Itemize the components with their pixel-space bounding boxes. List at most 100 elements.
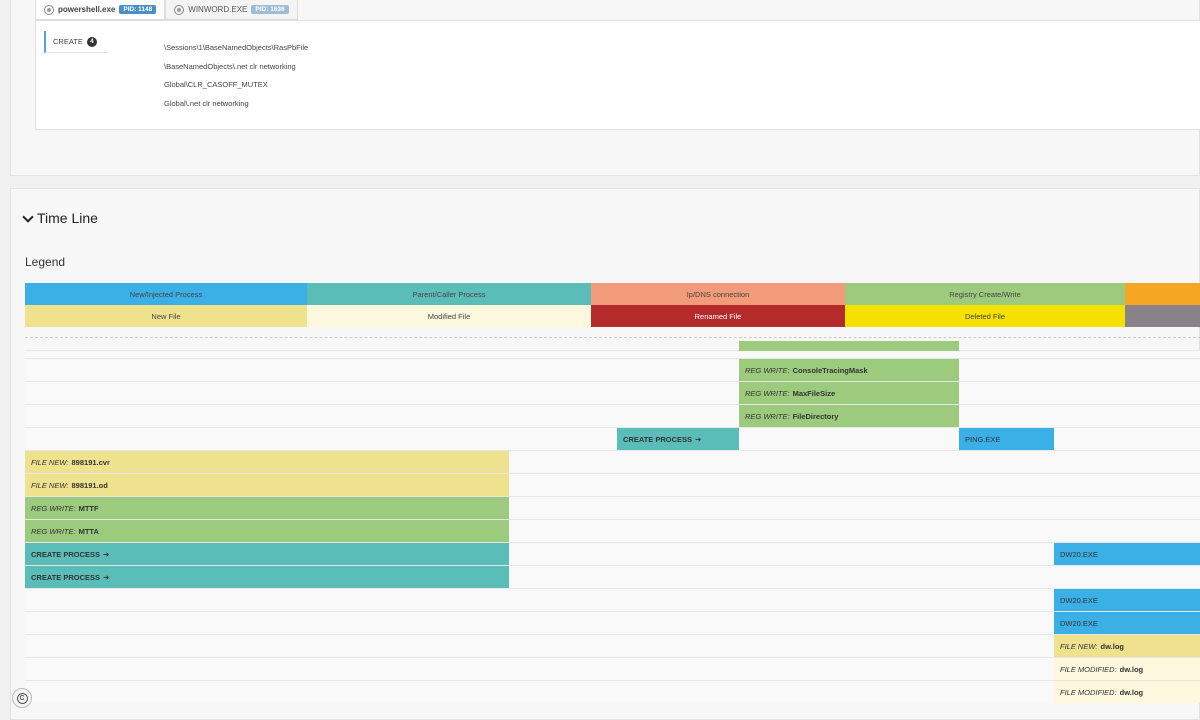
timeline-event[interactable]: PING.EXE [959, 428, 1054, 450]
legend-registry-create-write: Registry Create/Write [845, 283, 1125, 305]
legend-ip-dns-connection: Ip/DNS connection [591, 283, 845, 305]
timeline-event[interactable]: REG WRITE: FileDirectory [739, 405, 959, 427]
event-value: dw.log [1100, 641, 1124, 651]
timeline-event[interactable]: FILE NEW: dw.log [1054, 635, 1200, 657]
tab-winword[interactable]: WINWORD.EXE PID: 1636 [165, 0, 298, 20]
timeline-event[interactable]: REG WRITE: MTTF [25, 497, 509, 519]
timeline-event[interactable]: CREATE PROCESS ➔ [25, 543, 509, 565]
event-type: FILE NEW: [1060, 641, 1098, 651]
timeline-event[interactable]: FILE NEW: 898191.od [25, 474, 509, 496]
legend-deleted-file: Deleted File [845, 305, 1125, 327]
list-item: Global\CLR_CASOFF_MUTEX [164, 80, 268, 89]
event-value: DW20.EXE [1060, 549, 1098, 559]
tab-powershell[interactable]: powershell.exe PID: 1148 [35, 0, 166, 20]
timeline-event[interactable]: CREATE PROCESS ➔ [617, 428, 739, 450]
arrow-right-icon: ➔ [695, 434, 702, 444]
table-row: CREATE PROCESS ➔ PING.EXE [25, 427, 1200, 450]
timeline-panel: Time Line Legend New/Injected Process Pa… [10, 188, 1200, 720]
count-badge: 4 [86, 36, 97, 47]
chevron-down-icon [23, 214, 32, 223]
table-row: FILE MODIFIED: dw.log [25, 657, 1200, 680]
event-value: dw.log [1119, 664, 1144, 674]
process-icon [44, 4, 54, 15]
event-type: REG WRITE: [745, 365, 790, 375]
event-value: DW20.EXE [1060, 595, 1098, 605]
table-row: REG WRITE: FileDirectory [25, 404, 1200, 427]
event-value: 898191.cvr [71, 457, 110, 467]
table-row: DW20.EXE [25, 611, 1200, 634]
tab-process-name: powershell.exe [58, 5, 116, 14]
legend-label: Renamed File [694, 311, 742, 321]
legend-title: Legend [25, 255, 66, 269]
arrow-right-icon: ➔ [103, 572, 110, 582]
legend-new-injected-process: New/Injected Process [25, 283, 307, 305]
table-row: REG WRITE: MaxFileSize [25, 381, 1200, 404]
copyright-icon: C [12, 688, 32, 708]
legend-modified-file: Modified File [307, 305, 591, 327]
pid-badge: PID: 1148 [119, 5, 157, 14]
table-row: REG WRITE: MTTF [25, 496, 1200, 519]
event-value: DW20.EXE [1060, 618, 1098, 628]
legend-gray [1125, 305, 1200, 327]
table-row: DW20.EXE [25, 588, 1200, 611]
event-type: FILE MODIFIED: [1060, 664, 1117, 674]
table-row: FILE MODIFIED: dw.log [25, 680, 1200, 703]
tab-create[interactable]: CREATE 4 [44, 31, 108, 53]
legend-label: New File [151, 311, 181, 321]
list-item: \BaseNamedObjects\.net clr networking [164, 61, 296, 71]
timeline-event-cutoff [739, 341, 959, 351]
event-value: CREATE PROCESS [31, 549, 101, 559]
legend-label: Parent/Caller Process [412, 289, 486, 299]
table-row: FILE NEW: 898191.od [25, 473, 1200, 496]
legend-parent-caller-process: Parent/Caller Process [307, 283, 591, 305]
timeline-event[interactable]: DW20.EXE [1054, 612, 1200, 634]
event-type: FILE MODIFIED: [1060, 687, 1117, 697]
timeline-event[interactable]: FILE NEW: 898191.cvr [25, 451, 509, 473]
arrow-right-icon: ➔ [103, 549, 110, 559]
table-row: CREATE PROCESS ➔ DW20.EXE [25, 542, 1200, 565]
table-row: CREATE PROCESS ➔ [25, 565, 1200, 588]
event-value: CREATE PROCESS [31, 572, 101, 582]
legend-label: Modified File [427, 311, 471, 321]
legend-label: Registry Create/Write [949, 289, 1021, 299]
pid-badge: PID: 1636 [251, 5, 289, 14]
timeline-event[interactable]: REG WRITE: MaxFileSize [739, 382, 959, 404]
event-type: REG WRITE: [745, 388, 790, 398]
legend-orange [1125, 283, 1200, 305]
timeline-event[interactable]: CREATE PROCESS ➔ [25, 566, 509, 588]
event-value: MaxFileSize [792, 388, 836, 398]
event-value: 898191.od [71, 480, 108, 490]
create-tab-label: CREATE [53, 37, 83, 46]
event-value: FileDirectory [792, 411, 839, 421]
legend-label: Ip/DNS connection [686, 289, 750, 299]
table-row: FILE NEW: dw.log [25, 634, 1200, 657]
timeline-event[interactable]: FILE MODIFIED: dw.log [1054, 681, 1200, 703]
list-item: Global\.net clr networking [164, 98, 249, 108]
timeline-event[interactable]: REG WRITE: ConsoleTracingMask [739, 359, 959, 381]
timeline-event[interactable]: DW20.EXE [1054, 589, 1200, 611]
timeline-event[interactable]: DW20.EXE [1054, 543, 1200, 565]
timeline-event[interactable]: FILE MODIFIED: dw.log [1054, 658, 1200, 680]
event-value: MTTF [78, 503, 99, 513]
list-item: \Sessions\1\BaseNamedObjects\RasPbFile [164, 43, 309, 52]
timeline-event[interactable]: REG WRITE: MTTA [25, 520, 509, 542]
event-type: REG WRITE: [745, 411, 790, 421]
process-icon [174, 4, 185, 15]
process-tabs: powershell.exe PID: 1148 WINWORD.EXE PID… [35, 0, 298, 20]
process-detail-panel: powershell.exe PID: 1148 WINWORD.EXE PID… [10, 0, 1200, 176]
timeline-title: Time Line [37, 210, 98, 226]
divider [25, 337, 1200, 338]
event-value: PING.EXE [965, 434, 1001, 444]
event-value: dw.log [1119, 687, 1144, 697]
timeline-toggle[interactable]: Time Line [23, 210, 98, 226]
table-row: REG WRITE: ConsoleTracingMask [25, 358, 1200, 381]
event-value: CREATE PROCESS [623, 434, 693, 444]
event-value: ConsoleTracingMask [792, 365, 868, 375]
tab-process-name: WINWORD.EXE [188, 5, 248, 14]
event-type: FILE NEW: [31, 457, 69, 467]
table-row: REG WRITE: MTTA [25, 519, 1200, 542]
legend-new-file: New File [25, 305, 307, 327]
event-type: REG WRITE: [31, 526, 76, 536]
legend-renamed-file: Renamed File [591, 305, 845, 327]
legend-label: Deleted File [964, 311, 1006, 321]
